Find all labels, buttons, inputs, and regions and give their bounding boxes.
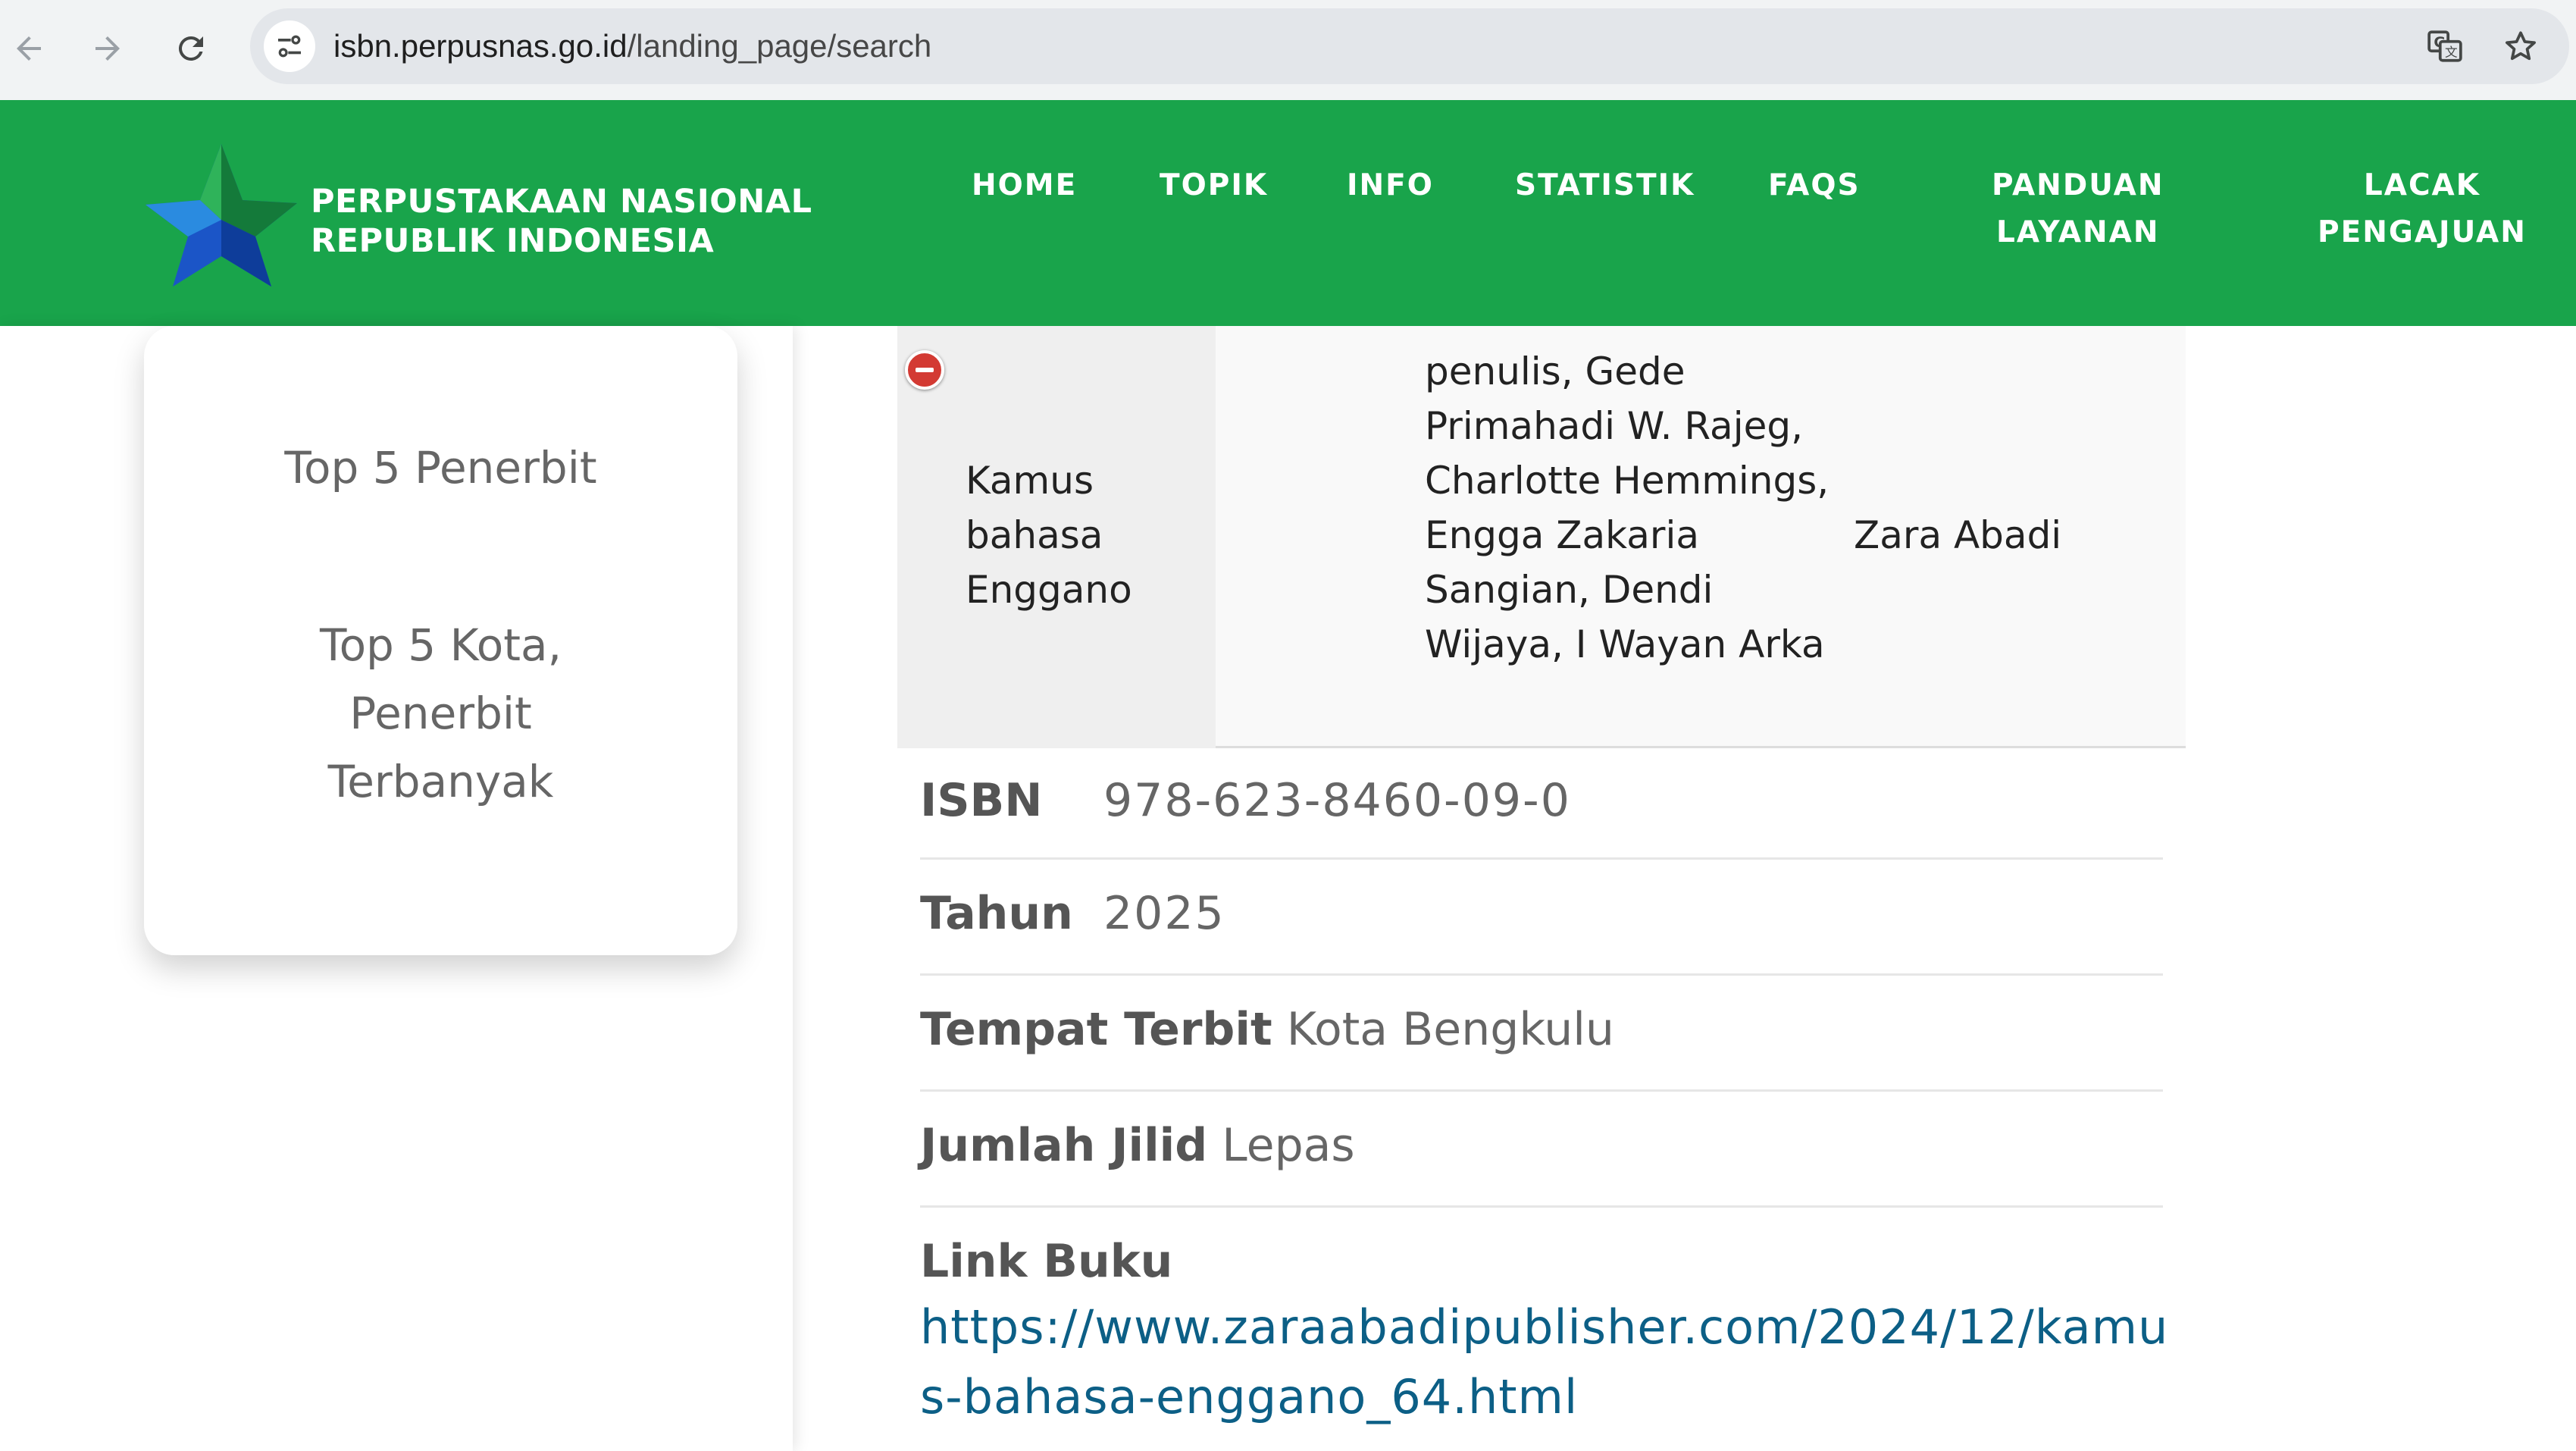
book-authors: penulis, Gede Primahadi W. Rajeg, Charlo…	[1425, 349, 1829, 666]
isbn-label: ISBN	[920, 774, 1043, 827]
sidebar: Top 5 Penerbit Top 5 Kota, Penerbit Terb…	[0, 326, 793, 1451]
link-label: Link Buku	[920, 1235, 1173, 1288]
star-icon	[2506, 31, 2536, 61]
nav-panduan-line2: LAYANAN	[1996, 215, 2160, 249]
jilid-label: Jumlah Jilid	[920, 1119, 1208, 1172]
translate-icon: G 文	[2427, 30, 2462, 62]
jilid-value: Lepas	[1222, 1119, 1355, 1172]
nav-home-label: HOME	[972, 168, 1078, 202]
star-logo-icon[interactable]	[146, 144, 297, 288]
logo-line-2: REPUBLIK INDONESIA	[311, 222, 715, 260]
detail-jumlah-jilid: Jumlah Jilid Lepas	[920, 1092, 2163, 1208]
site-info-button[interactable]	[264, 20, 315, 72]
sidebar-card: Top 5 Penerbit Top 5 Kota, Penerbit Terb…	[144, 326, 737, 955]
forward-button[interactable]	[79, 20, 136, 77]
nav-info-label: INFO	[1347, 168, 1434, 202]
site-header: PERPUSTAKAAN NASIONAL REPUBLIK INDONESIA…	[0, 100, 2576, 326]
sidebar-link-top5-penerbit[interactable]: Top 5 Penerbit	[144, 434, 737, 502]
reload-button[interactable]	[162, 20, 220, 77]
sidebar-link-top5-kota[interactable]: Top 5 Kota, Penerbit Terbanyak	[144, 611, 737, 816]
nav-faqs[interactable]: FAQS	[1768, 162, 1861, 209]
browser-toolbar: isbn.perpusnas.go.id/landing_page/search…	[0, 0, 2576, 100]
detail-isbn: ISBN 978-623-8460-09-0	[920, 748, 2163, 860]
book-link[interactable]: https://www.zaraabadipublisher.com/2024/…	[920, 1293, 2171, 1432]
table-row[interactable]: Kamus bahasa Enggano penulis, Gede Prima…	[897, 326, 2186, 748]
logo-text[interactable]: PERPUSTAKAAN NASIONAL REPUBLIK INDONESIA	[311, 182, 812, 261]
arrow-right-icon	[95, 36, 120, 61]
back-button[interactable]	[0, 20, 58, 77]
detail-tahun: Tahun 2025	[920, 860, 2163, 976]
logo-line-1: PERPUSTAKAAN NASIONAL	[311, 183, 812, 221]
detail-tempat-terbit: Tempat Terbit Kota Bengkulu	[920, 976, 2163, 1092]
bookmark-star-button[interactable]	[2498, 24, 2543, 69]
tahun-value: 2025	[1103, 887, 1225, 940]
nav-faqs-label: FAQS	[1768, 168, 1861, 202]
nav-panduan-line1: PANDUAN	[1992, 168, 2164, 202]
url-domain: isbn.perpusnas.go.id	[333, 28, 628, 64]
tempat-value: Kota Bengkulu	[1286, 1003, 1614, 1056]
reload-icon	[178, 36, 203, 61]
nav-lacak-line2: PENGAJUAN	[2318, 215, 2527, 249]
minus-icon	[916, 368, 934, 372]
arrow-left-icon	[17, 36, 41, 61]
address-bar[interactable]: isbn.perpusnas.go.id/landing_page/search…	[250, 8, 2569, 84]
nav-statistik[interactable]: STATISTIK	[1515, 162, 1695, 209]
tempat-label: Tempat Terbit	[920, 1003, 1272, 1056]
url-path: /landing_page/search	[627, 28, 932, 64]
collapse-row-button[interactable]	[905, 350, 944, 390]
nav-topik[interactable]: TOPIK	[1160, 162, 1268, 209]
nav-lacak-line1: LACAK	[2363, 168, 2481, 202]
nav-topik-label: TOPIK	[1160, 168, 1269, 202]
url-text[interactable]: isbn.perpusnas.go.id/landing_page/search	[333, 8, 931, 84]
tahun-label: Tahun	[920, 887, 1073, 940]
isbn-value: 978-623-8460-09-0	[1103, 774, 1571, 827]
detail-link-buku: Link Buku https://www.zaraabadipublisher…	[920, 1208, 2168, 1451]
nav-panduan-layanan[interactable]: PANDUAN LAYANAN	[1992, 162, 2164, 256]
translate-button[interactable]: G 文	[2422, 24, 2468, 69]
tune-icon	[278, 35, 301, 58]
book-publisher: Zara Abadi	[1854, 513, 2062, 557]
svg-text:文: 文	[2445, 45, 2458, 60]
nav-lacak-pengajuan[interactable]: LACAK PENGAJUAN	[2318, 162, 2527, 256]
book-title: Kamus bahasa Enggano	[966, 459, 1132, 612]
nav-home[interactable]: HOME	[972, 162, 1077, 209]
nav-statistik-label: STATISTIK	[1515, 168, 1695, 202]
nav-info[interactable]: INFO	[1347, 162, 1434, 209]
